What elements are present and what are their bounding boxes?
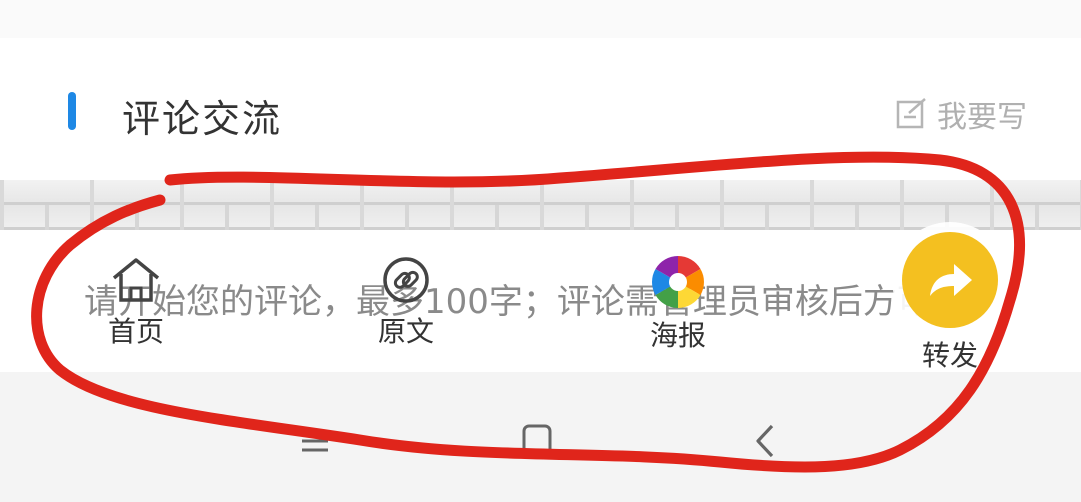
- app-screen: 评论交流 我要写 请开始您的评论，最多100字；评论需管理员审核后方可见 首页: [0, 0, 1081, 502]
- section-accent-bar: [68, 92, 76, 130]
- system-navigation-bar: [0, 372, 1081, 502]
- home-icon: [112, 258, 160, 302]
- share-label: 转发: [921, 339, 978, 372]
- home-button[interactable]: 首页: [96, 254, 176, 350]
- section-title: 评论交流: [122, 97, 283, 141]
- menu-icon[interactable]: [290, 416, 340, 466]
- poster-label: 海报: [649, 319, 706, 352]
- edit-icon: [896, 98, 926, 129]
- camera-aperture-icon: [652, 256, 704, 308]
- comments-header: 评论交流 我要写: [0, 60, 1081, 160]
- write-comment-label: 我要写: [937, 100, 1027, 135]
- poster-button[interactable]: 海报: [636, 254, 720, 354]
- write-comment-button[interactable]: 我要写: [895, 94, 1027, 135]
- share-arrow-icon: [930, 264, 972, 296]
- link-icon: [383, 257, 429, 303]
- original-article-label: 原文: [377, 315, 434, 348]
- decorative-brick-band: [0, 180, 1081, 230]
- bottom-action-bar: 首页 原文 海报 转发: [0, 232, 1081, 372]
- home-square-icon[interactable]: [512, 416, 562, 466]
- top-strip: [0, 0, 1081, 38]
- share-button[interactable]: 转发: [900, 232, 1000, 374]
- home-label: 首页: [107, 315, 164, 348]
- share-circle: [902, 232, 998, 328]
- original-article-button[interactable]: 原文: [366, 254, 446, 350]
- back-icon[interactable]: [740, 416, 790, 466]
